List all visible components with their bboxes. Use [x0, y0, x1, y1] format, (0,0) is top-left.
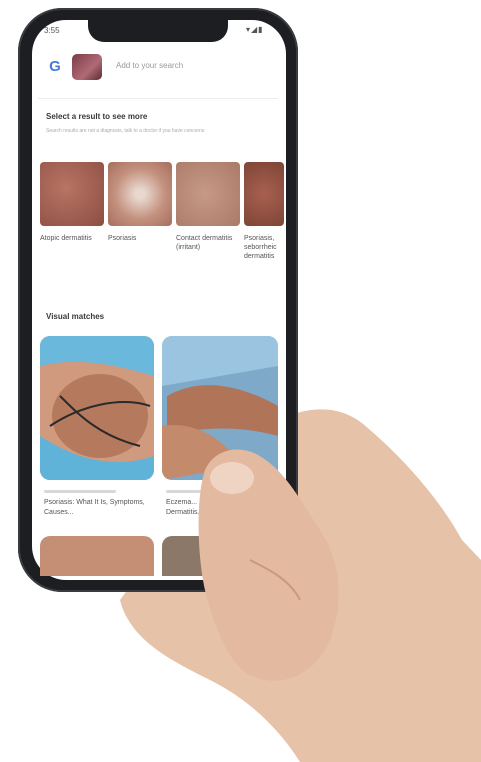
- phone-notch: [88, 20, 228, 42]
- thumb-illustration: [198, 449, 339, 681]
- thumbnail-nail: [210, 462, 254, 494]
